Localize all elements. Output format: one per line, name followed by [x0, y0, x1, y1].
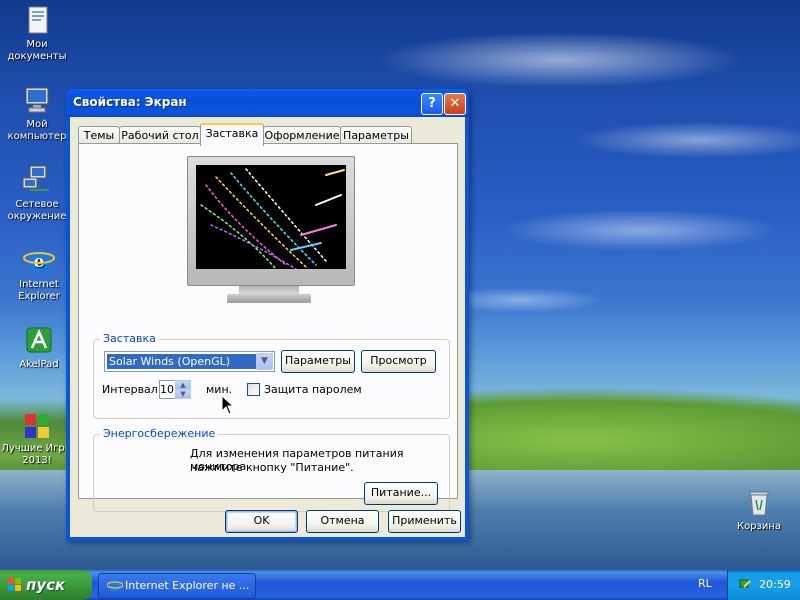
monitor-preview — [187, 156, 355, 303]
computer-icon — [25, 87, 49, 113]
password-protect-checkbox[interactable] — [247, 383, 260, 396]
folder-documents-icon — [28, 6, 48, 34]
window-title: Свойства: Экран — [73, 95, 187, 109]
tab-settings[interactable]: Параметры — [340, 126, 412, 144]
screensaver-group-legend: Заставка — [100, 332, 159, 345]
close-icon: ✕ — [449, 96, 461, 111]
monitor-bezel — [187, 156, 355, 286]
desktop-icon-label: Мои документы — [7, 39, 67, 62]
spin-down-icon[interactable]: ▼ — [175, 389, 191, 399]
network-icon — [22, 165, 49, 191]
solar-winds-preview-image — [200, 168, 345, 269]
monitor-base — [227, 294, 311, 303]
screensaver-select-value: Solar Winds (OpenGL) — [107, 354, 256, 369]
desktop-icon-network[interactable]: Сетевое окружение — [0, 164, 74, 223]
display-properties-window: Свойства: Экран ? ✕ Темы Рабочий стол За… — [66, 89, 469, 541]
cancel-button[interactable]: Отмена — [306, 510, 379, 533]
taskbar-item-label: Internet Explorer не ... — [125, 579, 250, 592]
network-tray-icon[interactable] — [738, 577, 752, 591]
internet-explorer-icon: e — [23, 250, 55, 272]
ok-button[interactable]: OK — [225, 510, 298, 533]
power-button[interactable]: Питание... — [364, 482, 438, 505]
desktop-icon-internet-explorer[interactable]: e Internet Explorer — [2, 244, 76, 303]
mouse-cursor-icon — [221, 395, 235, 415]
taskbar-item-internet-explorer[interactable]: Internet Explorer не ... — [98, 573, 256, 599]
screensaver-tab-panel: Заставка Solar Winds (OpenGL) ▼ Параметр… — [78, 143, 458, 512]
tab-themes[interactable]: Темы — [78, 126, 120, 144]
desktop-icon-my-documents[interactable]: Мои документы — [0, 4, 74, 63]
power-text-line2: нажмите кнопку "Питание". — [190, 461, 354, 474]
password-protect-label[interactable]: Защита паролем — [264, 383, 362, 396]
screensaver-select[interactable]: Solar Winds (OpenGL) ▼ — [104, 351, 275, 372]
games-icon — [25, 414, 49, 438]
taskbar: пуск Internet Explorer не ... RL 20:59 — [0, 570, 800, 600]
tab-desktop[interactable]: Рабочий стол — [119, 126, 201, 144]
tab-appearance[interactable]: Оформление — [263, 126, 341, 144]
akelpad-icon — [26, 327, 52, 353]
window-client-area: Темы Рабочий стол Заставка Оформление Па… — [70, 117, 465, 537]
language-indicator[interactable]: RL — [698, 577, 712, 590]
desktop-icon-recycle-bin[interactable]: Корзина — [722, 486, 796, 533]
desktop-icon-best-games[interactable]: Лучшие Игры 2013! — [0, 408, 74, 467]
tab-screensaver[interactable]: Заставка — [200, 123, 264, 146]
desktop-icon-label: Лучшие Игры 2013! — [1, 443, 73, 466]
windows-flag-icon — [8, 578, 21, 591]
desktop-icon-label: AkelPad — [19, 359, 59, 370]
desktop-icon-akelpad[interactable]: AkelPad — [2, 324, 76, 371]
power-group-legend: Энергосбережение — [100, 427, 219, 440]
monitor-stand — [239, 286, 299, 294]
system-tray: 20:59 — [727, 570, 800, 600]
clock[interactable]: 20:59 — [759, 578, 791, 591]
help-icon: ? — [428, 96, 436, 111]
desktop-icon-my-computer[interactable]: Мой компьютер — [0, 84, 74, 143]
internet-explorer-icon — [107, 580, 123, 592]
screensaver-preview-screen — [196, 165, 346, 269]
screensaver-preview-button[interactable]: Просмотр — [361, 350, 436, 373]
screensaver-settings-button[interactable]: Параметры — [281, 350, 355, 373]
apply-button[interactable]: Применить — [388, 510, 461, 533]
desktop-icon-label: Корзина — [736, 521, 782, 532]
help-button[interactable]: ? — [421, 93, 443, 115]
window-titlebar[interactable]: Свойства: Экран ? ✕ — [66, 89, 469, 117]
interval-label: Интервал: — [102, 383, 162, 396]
desktop-icon-label: Сетевое окружение — [7, 199, 67, 222]
start-button[interactable]: пуск — [0, 570, 92, 600]
desktop-icon-label: Мой компьютер — [7, 119, 67, 142]
desktop-icon-label: Internet Explorer — [18, 279, 60, 302]
screensaver-group: Заставка Solar Winds (OpenGL) ▼ Параметр… — [93, 332, 450, 419]
start-label: пуск — [26, 576, 66, 594]
chevron-down-icon[interactable]: ▼ — [256, 353, 273, 370]
recycle-bin-icon — [749, 491, 769, 516]
desktop: Мои документы Мой компьютер Сетевое окру… — [0, 0, 800, 570]
power-saving-group: Энергосбережение Для изменения параметро… — [93, 427, 450, 512]
close-button[interactable]: ✕ — [444, 93, 466, 115]
